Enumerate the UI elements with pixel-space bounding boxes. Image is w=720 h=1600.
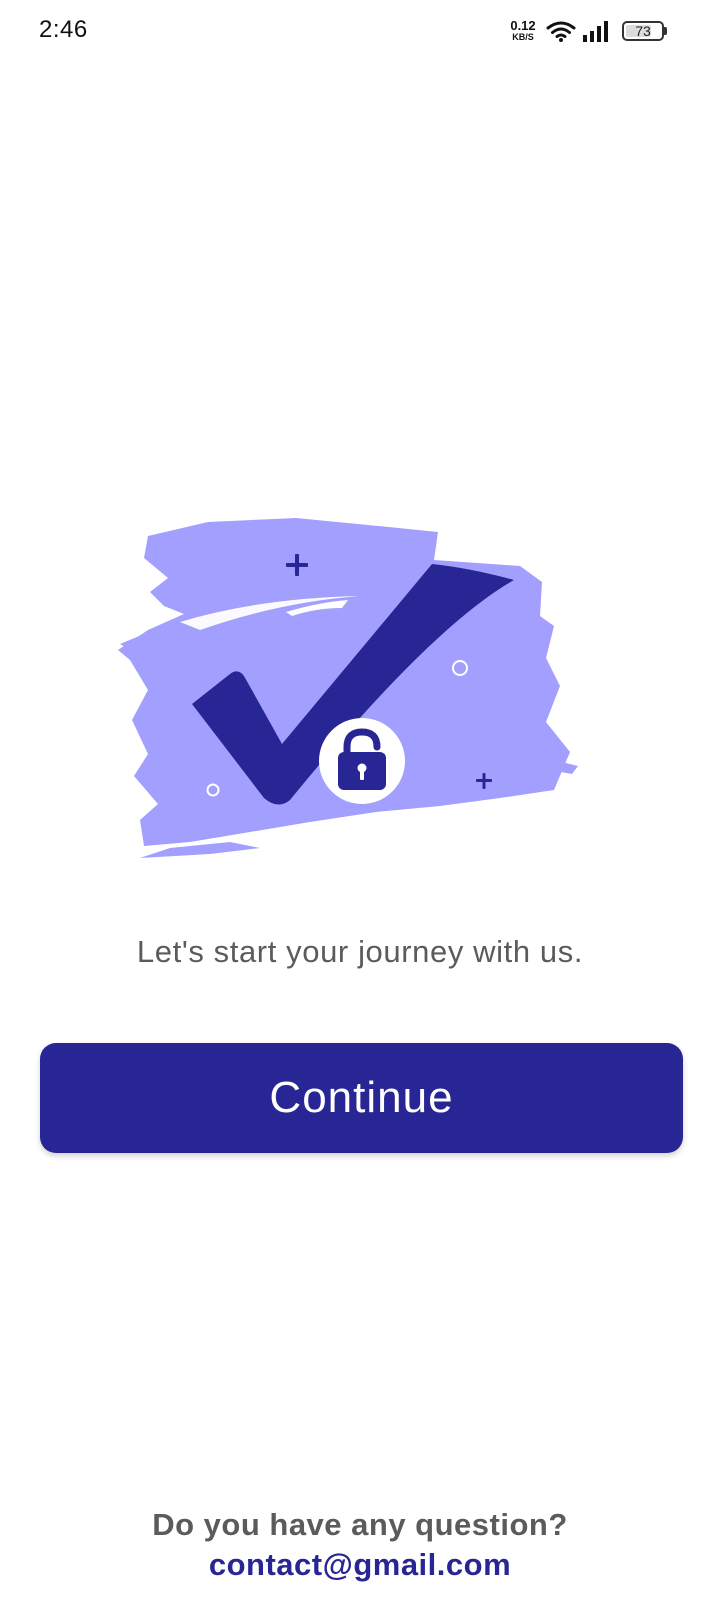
battery-icon: 73 bbox=[622, 21, 664, 41]
battery-indicator: 73 bbox=[622, 21, 667, 41]
contact-footer: Do you have any question? contact@gmail.… bbox=[0, 1505, 720, 1585]
onboarding-illustration bbox=[118, 518, 578, 858]
tagline-text: Let's start your journey with us. bbox=[136, 934, 584, 969]
status-bar: 2:46 0.12 KB/S 73 bbox=[0, 0, 720, 64]
contact-email-link[interactable]: contact@gmail.com bbox=[209, 1545, 511, 1585]
network-speed-unit: KB/S bbox=[512, 32, 534, 42]
network-speed-indicator: 0.12 KB/S bbox=[508, 19, 538, 42]
contact-question-text: Do you have any question? bbox=[152, 1507, 568, 1542]
network-speed-value: 0.12 bbox=[510, 18, 536, 33]
cellular-signal-icon bbox=[583, 21, 608, 42]
continue-button[interactable]: Continue bbox=[40, 1043, 683, 1153]
battery-level: 73 bbox=[635, 23, 651, 39]
status-time: 2:46 bbox=[39, 16, 88, 43]
wifi-icon bbox=[546, 21, 576, 42]
